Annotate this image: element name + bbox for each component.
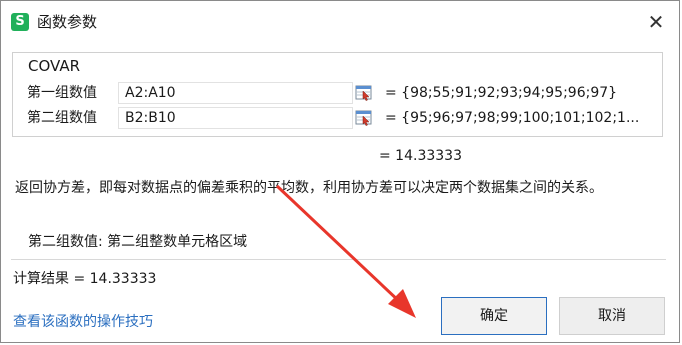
divider [11,259,666,260]
argument-description: 第二组数值: 第二组整数单元格区域 [28,234,248,250]
function-tips-link[interactable]: 查看该函数的操作技巧 [13,312,153,332]
close-icon[interactable]: ✕ [643,9,669,35]
argument-row: 第一组数值 = {98;55;91;92;93;94;95;96;97} [13,82,662,104]
cancel-button[interactable]: 取消 [559,297,665,335]
argument-group: COVAR 第一组数值 = {98;55;91;92;93;94;95;96;9… [12,52,663,137]
wps-spreadsheet-app-icon: S [11,13,29,31]
ok-button[interactable]: 确定 [441,297,547,335]
function-arguments-dialog: S 函数参数 ✕ COVAR 第一组数值 = {98;55;91;92;93;9… [0,0,680,343]
argument-label: 第一组数值 [27,85,97,101]
function-result: = 14.33333 [379,148,462,164]
first-array-input[interactable] [118,82,353,104]
calculation-result: 计算结果 = 14.33333 [13,271,157,287]
function-description: 返回协方差，即每对数据点的偏差乘积的平均数，利用协方差可以决定两个数据集之间的关… [15,180,603,196]
range-select-icon[interactable] [354,108,374,128]
argument-row: 第二组数值 = {95;96;97;98;99;100;101;102;1... [13,107,662,129]
titlebar: S 函数参数 ✕ [1,1,679,41]
dialog-title: 函数参数 [37,13,98,31]
argument-value-preview: = {98;55;91;92;93;94;95;96;97} [385,85,618,101]
second-array-input[interactable] [118,107,353,129]
function-name: COVAR [26,56,83,76]
range-select-icon[interactable] [354,83,374,103]
argument-value-preview: = {95;96;97;98;99;100;101;102;1... [385,110,640,126]
argument-label: 第二组数值 [27,110,97,126]
